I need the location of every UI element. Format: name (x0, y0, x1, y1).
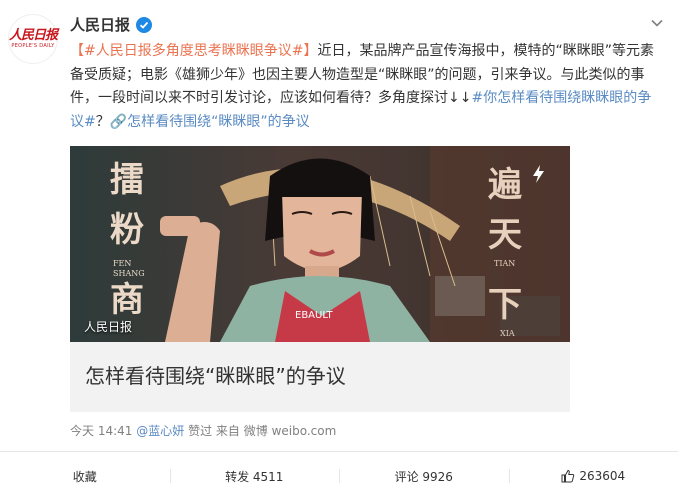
post-meta: 今天 14:41 @蓝心妍 赞过 来自 微博 weibo.com (70, 422, 336, 439)
poster-small-left-1: FEN (113, 259, 131, 268)
favorite-label: 收藏 (72, 469, 97, 484)
poster-char-right-2: 天 (488, 215, 522, 255)
article-link[interactable]: 🔗怎样看待围绕“眯眯眼”的争议 (110, 114, 310, 130)
verified-icon (136, 16, 153, 33)
action-bar: 收藏 转发 4511 评论 9926 263604 (0, 452, 678, 500)
media-image[interactable]: EBAULT 擂 粉 商 FEN SHANG 遍 天 下 TIAN XIA (70, 146, 570, 342)
post-punct: ？ (95, 113, 110, 130)
poster-illustration: EBAULT 擂 粉 商 FEN SHANG 遍 天 下 TIAN XIA (70, 146, 570, 342)
like-button[interactable]: 263604 (508, 452, 678, 500)
poster-small-right-2: XIA (500, 329, 515, 338)
liked-label: 赞过 (188, 424, 213, 438)
lightning-icon (533, 165, 544, 183)
favorite-button[interactable]: 收藏 (0, 452, 170, 500)
poster-char-left-3: 商 (110, 280, 144, 320)
topic-link[interactable]: 【#人民日报多角度思考眯眯眼争议#】 (70, 43, 317, 59)
comment-button[interactable]: 评论 9926 (339, 452, 509, 500)
link-card-title[interactable]: 怎样看待围绕“眯眯眼”的争议 (85, 360, 346, 389)
avatar[interactable]: 人民日报 PEOPLE'S DAILY (8, 14, 58, 64)
account-name-row: 人民日报 (70, 14, 153, 35)
post-time[interactable]: 今天 14:41 (70, 424, 132, 438)
poster-small-left-2: SHANG (113, 269, 145, 278)
like-count: 263604 (579, 469, 626, 483)
shirt-text: EBAULT (295, 310, 334, 321)
thumbs-up-icon (561, 469, 575, 483)
account-name[interactable]: 人民日报 (70, 14, 130, 35)
logo-text: 人民日报 (9, 28, 58, 43)
source-link[interactable]: 微博 weibo.com (244, 424, 337, 438)
chevron-down-icon[interactable] (650, 16, 664, 30)
logo-subtext: PEOPLE'S DAILY (11, 43, 55, 49)
poster-char-left-1: 擂 (110, 160, 144, 200)
poster-char-right-1: 遍 (488, 165, 522, 205)
media-caption: 人民日报 (84, 320, 133, 334)
source-label: 来自 (215, 424, 240, 438)
poster-char-left-2: 粉 (110, 210, 144, 250)
poster-small-right-1: TIAN (494, 259, 515, 268)
repost-button[interactable]: 转发 4511 (169, 452, 340, 500)
repost-label: 转发 4511 (225, 469, 284, 484)
poster-char-right-3: 下 (488, 285, 522, 325)
comment-label: 评论 9926 (394, 469, 453, 484)
post-text: 【#人民日报多角度思考眯眯眼争议#】近日，某品牌产品宣传海报中，模特的“眯眯眼”… (70, 40, 655, 134)
weibo-post-card: 人民日报 PEOPLE'S DAILY 人民日报 【#人民日报多角度思考眯眯眼争… (0, 0, 678, 500)
liker-user[interactable]: @蓝心妍 (136, 424, 184, 438)
